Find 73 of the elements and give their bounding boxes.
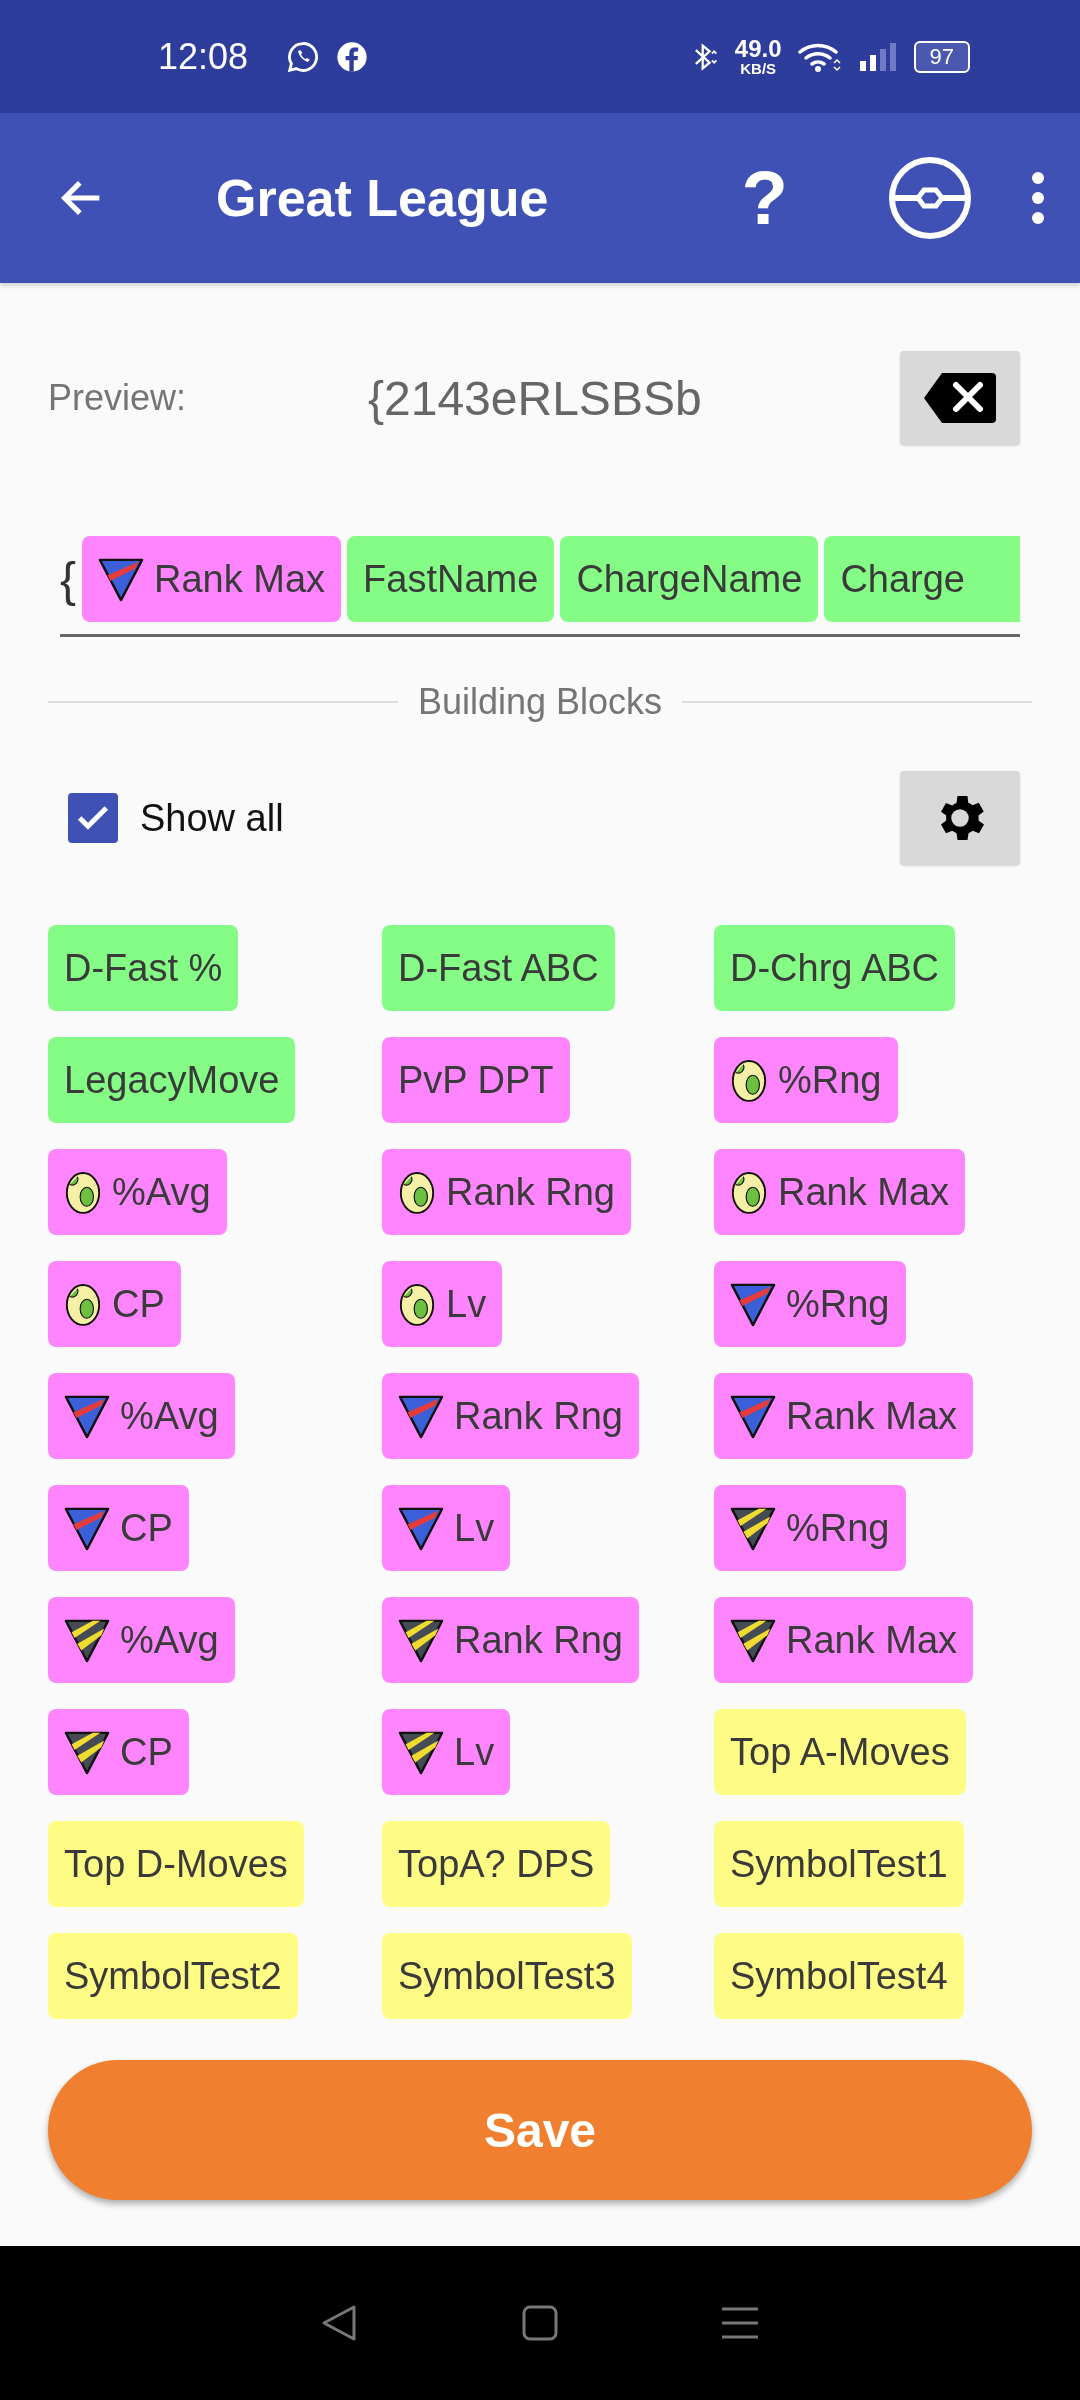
egg-icon [730, 1057, 768, 1103]
building-block[interactable]: Rank Max [714, 1597, 974, 1683]
battery-indicator: 97 [913, 40, 970, 73]
chat-bubble-icon [286, 39, 321, 74]
triangle-icon [64, 1393, 110, 1439]
triangle-icon [730, 1393, 776, 1439]
circle-logo-icon [336, 40, 369, 73]
building-block[interactable]: %Rng [714, 1037, 898, 1123]
building-block[interactable]: D-Chrg ABC [714, 925, 956, 1011]
formula-chip[interactable]: Rank Max [82, 536, 342, 622]
formula-chip[interactable]: ChargeName [560, 536, 819, 622]
striped-triangle-icon [64, 1729, 110, 1775]
triangle-icon [730, 1281, 776, 1327]
egg-icon [64, 1169, 102, 1215]
signal-icon [857, 40, 898, 73]
triangle-icon [398, 1505, 444, 1551]
triangle-icon [64, 1505, 110, 1551]
striped-triangle-icon [398, 1617, 444, 1663]
building-block[interactable]: CP [48, 1709, 189, 1795]
building-block[interactable]: D-Fast ABC [382, 925, 615, 1011]
building-block[interactable]: SymbolTest3 [382, 1933, 632, 2019]
building-block[interactable]: CP [48, 1261, 181, 1347]
show-all-checkbox[interactable]: Show all [68, 793, 284, 843]
striped-triangle-icon [730, 1505, 776, 1551]
preview-label: Preview: [48, 377, 188, 419]
help-button[interactable]: ? [725, 160, 804, 236]
egg-icon [398, 1281, 436, 1327]
building-block[interactable]: Top D-Moves [48, 1821, 304, 1907]
building-block[interactable]: %Avg [48, 1149, 227, 1235]
settings-button[interactable] [900, 771, 1020, 865]
building-block[interactable]: Lv [382, 1709, 511, 1795]
section-title: Building Blocks [417, 681, 663, 723]
building-block[interactable]: SymbolTest1 [714, 1821, 964, 1907]
formula-field[interactable]: { Rank Max FastName ChargeName Charge [60, 536, 1020, 637]
building-block[interactable]: Top A-Moves [714, 1709, 966, 1795]
screen-title: Great League [216, 168, 549, 228]
formula-chip[interactable]: FastName [347, 536, 555, 622]
network-speed-unit: KB/S [740, 61, 777, 76]
egg-icon [398, 1169, 436, 1215]
backspace-button[interactable] [900, 351, 1020, 445]
building-block[interactable]: SymbolTest2 [48, 1933, 298, 2019]
building-block[interactable]: %Rng [714, 1485, 906, 1571]
building-block[interactable]: %Avg [48, 1597, 235, 1683]
building-block[interactable]: CP [48, 1485, 189, 1571]
building-block[interactable]: Rank Max [714, 1373, 974, 1459]
building-block[interactable]: %Rng [714, 1261, 906, 1347]
status-time: 12:08 [158, 35, 249, 78]
egg-icon [64, 1281, 102, 1327]
building-block[interactable]: SymbolTest4 [714, 1933, 964, 2019]
building-block[interactable]: Lv [382, 1485, 511, 1571]
backspace-icon [924, 371, 996, 425]
building-block[interactable]: Rank Max [714, 1149, 966, 1235]
network-speed: 49.0 [734, 37, 782, 61]
preview-value: {2143eRLSBSb [368, 370, 702, 426]
triangle-icon [398, 1393, 444, 1439]
egg-icon [730, 1169, 768, 1215]
building-block[interactable]: LegacyMove [48, 1037, 296, 1123]
triangle-icon [98, 556, 145, 602]
building-block[interactable]: Lv [382, 1261, 503, 1347]
building-block[interactable]: PvP DPT [382, 1037, 570, 1123]
building-block[interactable]: Rank Rng [382, 1597, 639, 1683]
building-block[interactable]: D-Fast % [48, 925, 239, 1011]
building-block[interactable]: %Avg [48, 1373, 235, 1459]
building-block[interactable]: Rank Rng [382, 1149, 631, 1235]
building-block[interactable]: Rank Rng [382, 1373, 639, 1459]
striped-triangle-icon [730, 1617, 776, 1663]
ball-icon[interactable] [888, 156, 972, 240]
home-icon[interactable] [520, 2303, 560, 2343]
formula-chip[interactable]: Charge [824, 536, 1020, 622]
building-block[interactable]: TopA? DPS [382, 1821, 611, 1907]
formula-prefix: { [60, 551, 77, 607]
striped-triangle-icon [64, 1617, 110, 1663]
striped-triangle-icon [398, 1729, 444, 1775]
